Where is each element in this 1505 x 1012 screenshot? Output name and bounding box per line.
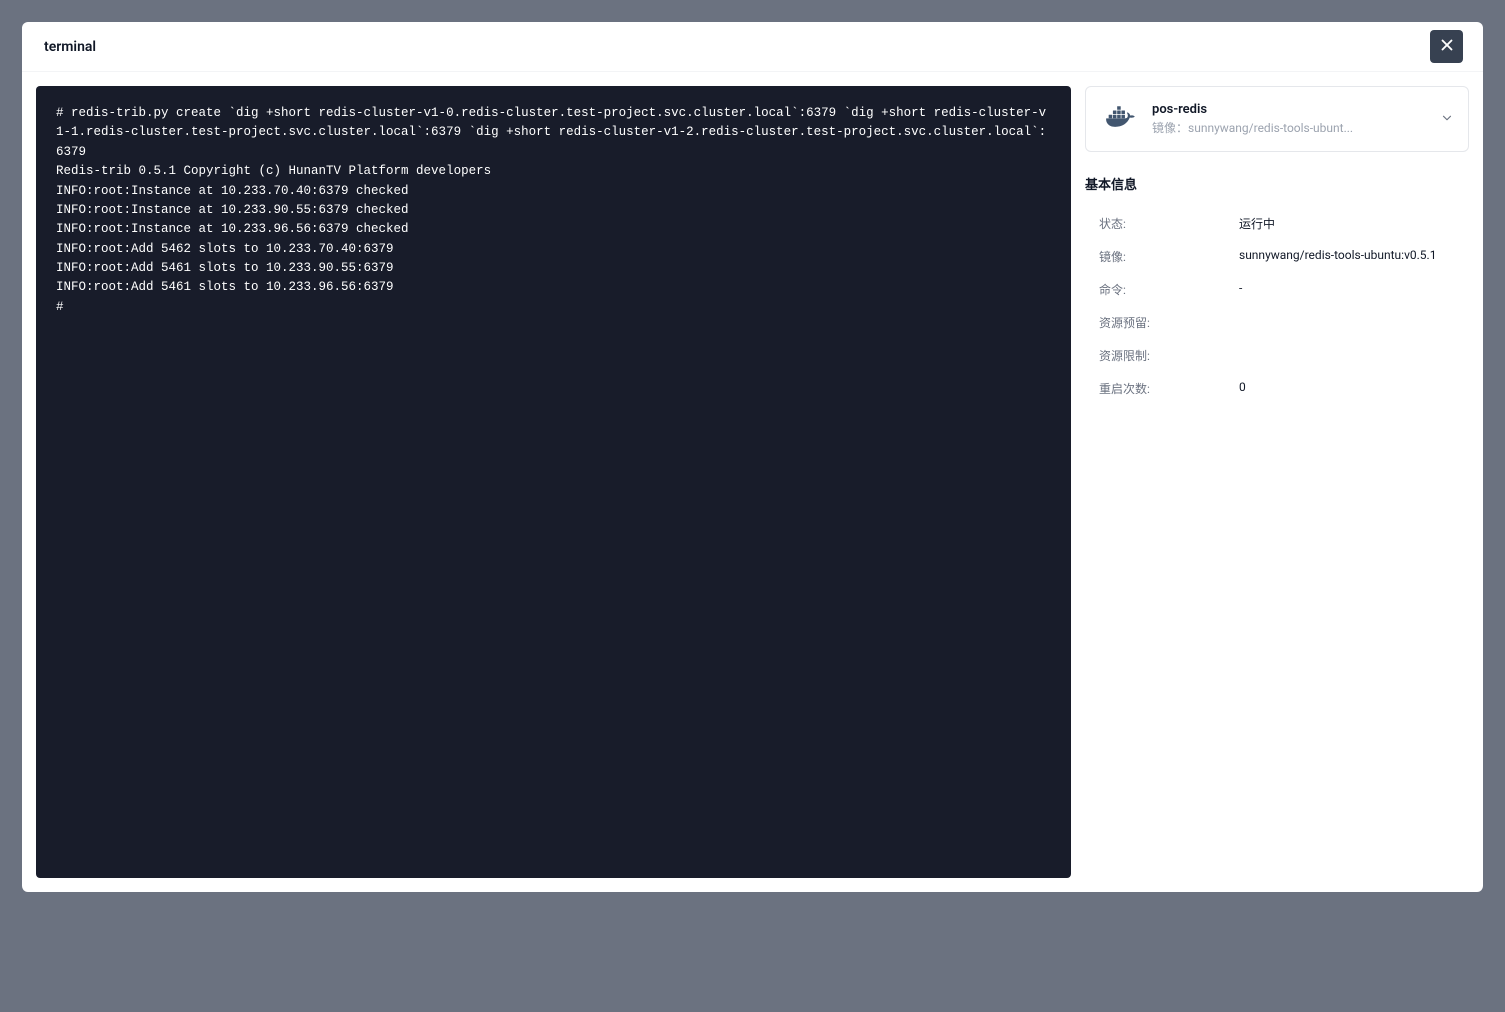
container-selector[interactable]: pos-redis 镜像：sunnywang/redis-tools-ubunt… <box>1085 86 1469 152</box>
info-label: 资源预留: <box>1099 314 1239 331</box>
info-row-resource-limit: 资源限制: <box>1085 339 1469 372</box>
info-row-resource-reserve: 资源预留: <box>1085 306 1469 339</box>
info-row-status: 状态: 运行中 <box>1085 207 1469 240</box>
resource-limit-value <box>1239 347 1469 364</box>
info-label: 重启次数: <box>1099 380 1239 397</box>
info-row-image: 镜像: sunnywang/redis-tools-ubuntu:v0.5.1 <box>1085 240 1469 273</box>
close-button[interactable] <box>1430 30 1463 63</box>
sidebar: pos-redis 镜像：sunnywang/redis-tools-ubunt… <box>1085 86 1469 878</box>
info-label: 镜像: <box>1099 248 1239 265</box>
restart-count-value: 0 <box>1239 380 1469 397</box>
modal-body: # redis-trib.py create `dig +short redis… <box>22 72 1483 892</box>
terminal-output: # redis-trib.py create `dig +short redis… <box>56 104 1051 317</box>
image-value: sunnywang/redis-tools-ubuntu:v0.5.1 <box>1239 248 1469 265</box>
close-icon <box>1438 36 1456 57</box>
info-row-restart-count: 重启次数: 0 <box>1085 372 1469 405</box>
terminal-panel[interactable]: # redis-trib.py create `dig +short redis… <box>36 86 1071 878</box>
modal-title: terminal <box>44 39 96 55</box>
command-value: - <box>1239 281 1469 298</box>
info-label: 命令: <box>1099 281 1239 298</box>
info-label: 状态: <box>1099 215 1239 232</box>
basic-info-title: 基本信息 <box>1085 174 1469 193</box>
resource-reserve-value <box>1239 314 1469 331</box>
terminal-modal: terminal # redis-trib.py create `dig +sh… <box>22 22 1483 892</box>
info-label: 资源限制: <box>1099 347 1239 364</box>
status-value: 运行中 <box>1239 215 1469 232</box>
container-image-summary: 镜像：sunnywang/redis-tools-ubunt... <box>1152 119 1428 136</box>
docker-icon <box>1100 99 1140 139</box>
container-info: pos-redis 镜像：sunnywang/redis-tools-ubunt… <box>1152 102 1428 136</box>
modal-header: terminal <box>22 22 1483 72</box>
container-name: pos-redis <box>1152 102 1428 117</box>
chevron-down-icon <box>1440 110 1454 129</box>
basic-info-table: 状态: 运行中 镜像: sunnywang/redis-tools-ubuntu… <box>1085 207 1469 405</box>
info-row-command: 命令: - <box>1085 273 1469 306</box>
